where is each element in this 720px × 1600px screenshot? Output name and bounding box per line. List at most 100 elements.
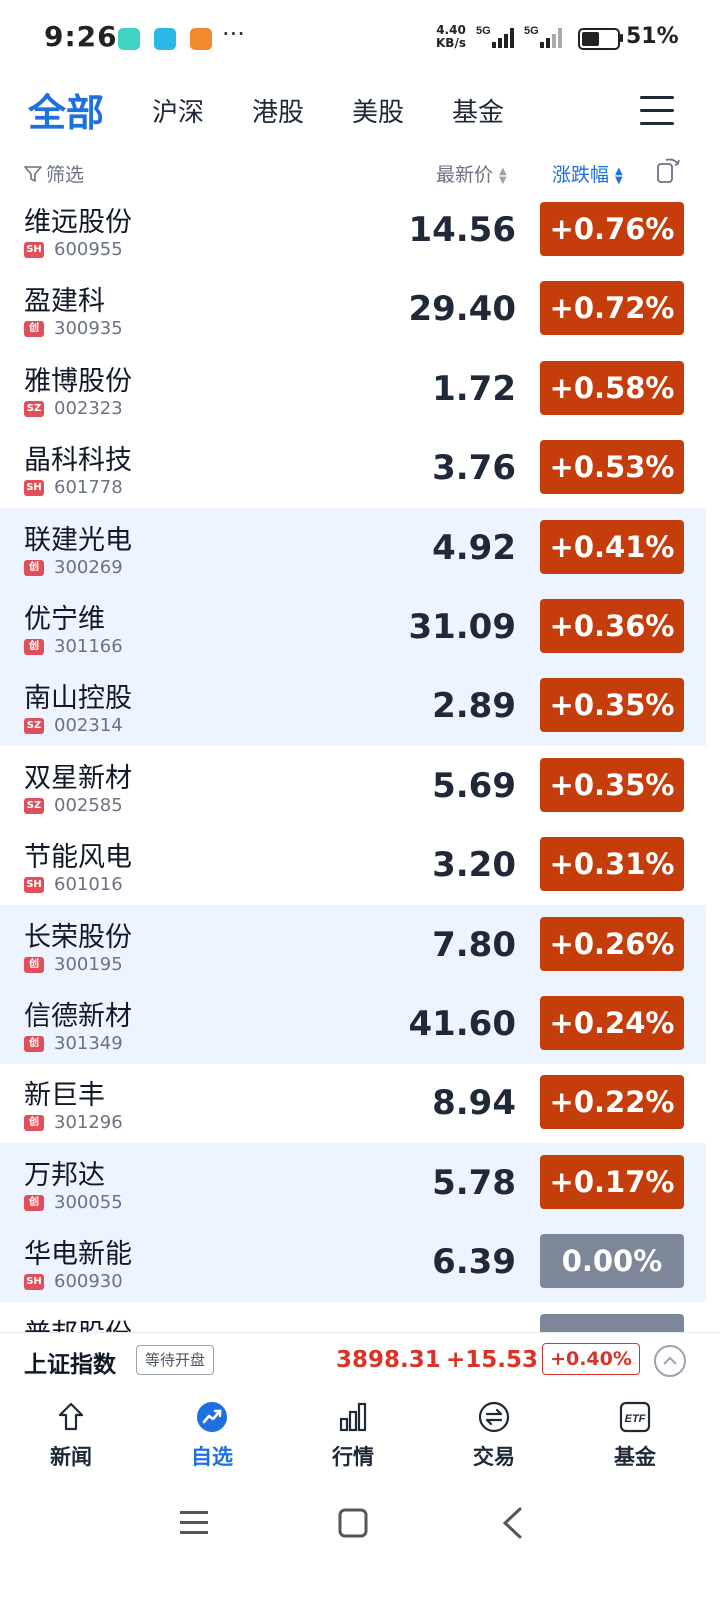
stock-code: 002314: [54, 715, 123, 737]
stock-price: 7.80: [432, 924, 516, 965]
notification-app-icon: [118, 28, 140, 50]
stock-name: 南山控股: [24, 683, 132, 715]
change-percent-badge[interactable]: +0.24%: [540, 996, 684, 1050]
stock-row[interactable]: 维远股份 SH 600955 14.56 +0.76%: [0, 190, 706, 270]
sort-by-price[interactable]: 最新价 ▲ ▼: [436, 160, 507, 187]
tab-all[interactable]: 全部: [28, 82, 104, 137]
stock-row[interactable]: 雅博股份 SZ 002323 1.72 +0.58%: [0, 349, 706, 429]
stock-name: 晶科科技: [24, 445, 132, 477]
battery-fill: [582, 32, 599, 46]
nav-watchlist-label: 自选: [191, 1445, 233, 1469]
market-badge: SH: [24, 1274, 44, 1291]
change-percent-badge[interactable]: +0.31%: [540, 837, 684, 892]
change-percent-badge[interactable]: +0.76%: [540, 202, 684, 256]
index-name: 上证指数: [24, 1352, 116, 1378]
market-status-badge: 等待开盘: [136, 1345, 215, 1375]
stock-price: 4.92: [432, 527, 516, 568]
switch-view-icon[interactable]: [656, 156, 682, 184]
index-value: 3898.31: [336, 1347, 441, 1373]
filter-label: 筛选: [46, 164, 85, 186]
system-navigation-bar: [0, 1480, 720, 1600]
nav-trade[interactable]: 交易: [439, 1389, 549, 1479]
stock-row[interactable]: 万邦达创 300055 5.78 +0.17%: [0, 1142, 706, 1223]
change-percent-badge[interactable]: +0.36%: [540, 599, 684, 653]
stock-row[interactable]: 信德新材创 301349 41.60 +0.24%: [0, 984, 706, 1064]
tab-us-stocks[interactable]: 美股: [352, 92, 404, 129]
battery-cap: [620, 34, 623, 42]
nav-fund-label: 基金: [614, 1445, 656, 1469]
stock-price: 3.76: [432, 448, 516, 489]
stock-name: 信德新材: [24, 1001, 132, 1032]
signal-icon: 5G: [522, 24, 568, 56]
change-percent-badge[interactable]: +0.53%: [540, 440, 684, 495]
index-ticker-bar[interactable]: 上证指数 等待开盘 3898.31 +15.53 +0.40%: [0, 1332, 720, 1390]
battery-percent: 51%: [626, 24, 679, 49]
watchlist: 维远股份 SH 600955 14.56 +0.76% 盈建科创 300935 29.40 +0…: [0, 190, 720, 1332]
stock-name: 普邦股份: [24, 1312, 132, 1332]
stock-row[interactable]: 普邦股份: [0, 1302, 706, 1332]
stock-row[interactable]: 优宁维创 301166 31.09 +0.36%: [0, 587, 706, 667]
market-badge: 创: [24, 956, 44, 973]
nav-news-label: 新闻: [50, 1445, 92, 1469]
stock-code: 600955: [54, 239, 123, 260]
stock-name: 盈建科: [24, 286, 105, 318]
change-percent-badge[interactable]: +0.22%: [540, 1075, 684, 1130]
change-percent-badge[interactable]: +0.26%: [540, 916, 684, 971]
stock-row[interactable]: 联建光电创 300269 4.92 +0.41%: [0, 507, 706, 588]
stock-name: 万邦达: [24, 1159, 105, 1191]
stock-row[interactable]: 晶科科技 SH 601778 3.76 +0.53%: [0, 428, 706, 508]
svg-text:ETF: ETF: [625, 1413, 646, 1425]
stock-row[interactable]: 南山控股 SZ 002314 2.89 +0.35%: [0, 666, 706, 747]
change-percent-badge[interactable]: +0.35%: [540, 678, 684, 733]
market-badge: SH: [24, 480, 44, 497]
stock-price: 3.20: [432, 845, 516, 886]
signal-1-label: 5G: [476, 25, 491, 37]
news-icon: [55, 1401, 87, 1433]
stock-code: 002323: [54, 397, 123, 419]
back-icon[interactable]: [500, 1506, 524, 1540]
stock-row[interactable]: 盈建科创 300935 29.40 +0.72%: [0, 269, 706, 349]
expand-up-icon[interactable]: [654, 1345, 686, 1377]
status-time: 9:26: [44, 20, 118, 53]
stock-name: 雅博股份: [24, 365, 132, 397]
stock-price: 41.60: [408, 1004, 516, 1044]
menu-icon[interactable]: [180, 1510, 210, 1536]
sort-arrows-icon: ▲ ▼: [615, 165, 623, 186]
change-percent-badge[interactable]: +0.72%: [540, 281, 684, 336]
market-badge: SZ: [24, 400, 44, 417]
nav-fund[interactable]: ETF 基金: [580, 1389, 690, 1479]
change-percent-badge[interactable]: [540, 1313, 684, 1332]
market-badge: SH: [24, 877, 44, 894]
index-change-percent: +0.40%: [542, 1343, 640, 1375]
nav-news[interactable]: 新闻: [16, 1389, 126, 1479]
home-icon[interactable]: [338, 1508, 368, 1538]
sort-by-change[interactable]: 涨跌幅 ▲ ▼: [552, 160, 623, 187]
sort-arrows-icon: ▲ ▼: [499, 165, 507, 186]
stock-row[interactable]: 华电新能 SH 600930 6.39 0.00%: [0, 1222, 706, 1303]
market-tabs: 全部 沪深 港股 美股 基金: [0, 78, 720, 148]
change-percent-badge[interactable]: +0.58%: [540, 360, 684, 415]
tab-shanghai-shenzhen[interactable]: 沪深: [152, 92, 204, 129]
trade-icon: [478, 1401, 510, 1433]
tab-funds[interactable]: 基金: [452, 92, 504, 129]
change-percent-badge[interactable]: +0.17%: [540, 1154, 684, 1209]
stock-code: 601016: [54, 874, 123, 896]
filter-button[interactable]: 筛选: [24, 160, 84, 187]
stock-row[interactable]: 新巨丰创 301296 8.94 +0.22%: [0, 1063, 706, 1143]
stock-row[interactable]: 双星新材 SZ 002585 5.69 +0.35%: [0, 746, 706, 826]
mi-app-icon: [190, 28, 212, 50]
stock-row[interactable]: 节能风电 SH 601016 3.20 +0.31%: [0, 825, 706, 905]
nav-market[interactable]: 行情: [298, 1389, 408, 1479]
hamburger-menu-icon[interactable]: [640, 96, 674, 126]
change-percent-badge[interactable]: 0.00%: [540, 1234, 684, 1289]
stock-code: 300195: [54, 953, 123, 975]
stock-name: 华电新能: [24, 1239, 132, 1271]
nav-trade-label: 交易: [473, 1445, 515, 1469]
stock-row[interactable]: 长荣股份创 300195 7.80 +0.26%: [0, 904, 706, 985]
stock-code: 600930: [54, 1271, 123, 1293]
change-percent-badge[interactable]: +0.41%: [540, 519, 684, 574]
change-percent-badge[interactable]: +0.35%: [540, 757, 684, 812]
nav-watchlist[interactable]: 自选: [157, 1389, 267, 1479]
stock-price: 8.94: [432, 1083, 516, 1124]
tab-hk-stocks[interactable]: 港股: [252, 92, 304, 129]
